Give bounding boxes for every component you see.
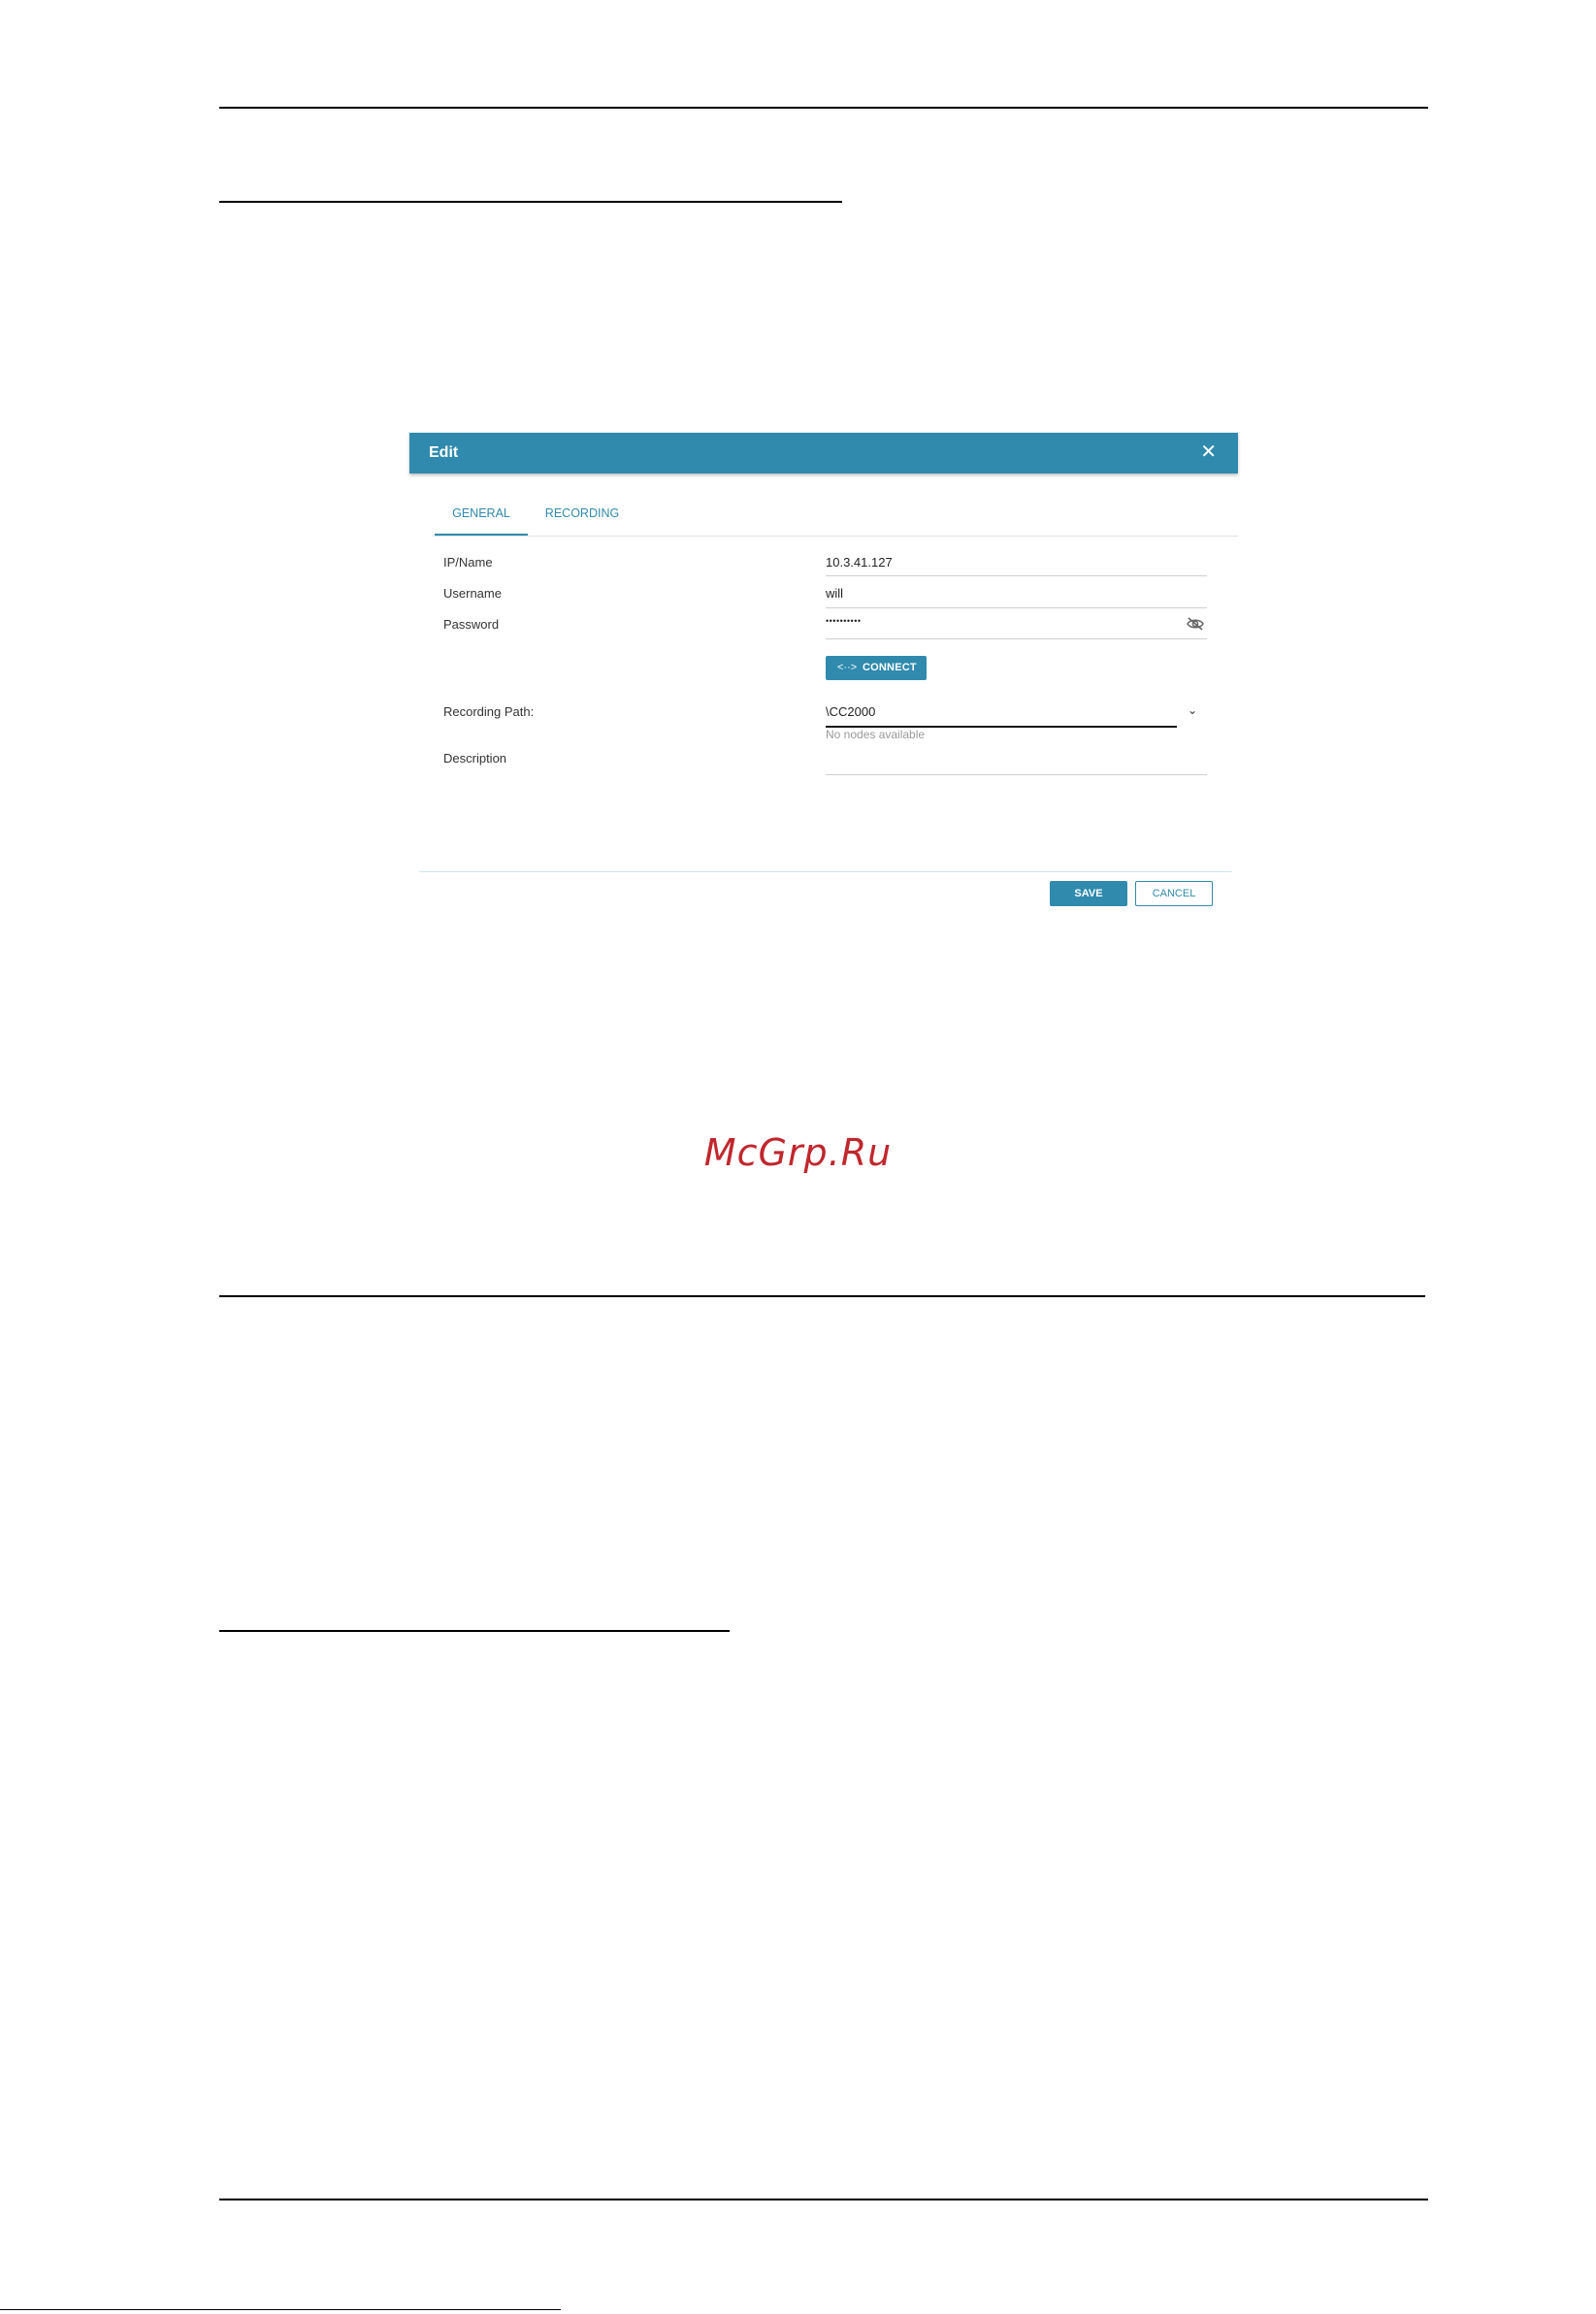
save-button[interactable]: SAVE [1050,881,1127,906]
tab-recording[interactable]: RECORDING [536,503,629,534]
username-label: Username [443,586,502,601]
connect-icon: <··> [837,662,858,673]
footnote-rule [0,2309,561,2310]
header-rule [219,107,1428,109]
password-underline [826,638,1207,639]
dialog-title: Edit [429,444,459,461]
username-field[interactable]: will [826,586,843,601]
dialog-header: Edit ✕ [409,433,1238,473]
tab-general[interactable]: GENERAL [435,503,528,536]
recording-path-label: Recording Path: [443,704,535,719]
edit-dialog: Edit ✕ GENERAL RECORDING IP/Name 10.3.41… [409,433,1238,912]
recording-path-hint: No nodes available [826,728,926,741]
footer-rule [219,2199,1428,2200]
username-underline [826,607,1207,608]
connect-button[interactable]: <··> CONNECT [826,656,927,680]
heading-underline-top [219,201,842,203]
ip-name-field[interactable]: 10.3.41.127 [826,555,893,570]
tabs-divider [433,536,1238,537]
description-label: Description [443,751,507,766]
watermark: McGrp.Ru [703,1131,893,1174]
description-underline [826,774,1207,775]
cancel-button[interactable]: CANCEL [1135,881,1213,906]
eye-off-icon[interactable] [1186,616,1205,632]
close-icon[interactable]: ✕ [1200,441,1217,463]
recording-path-select[interactable]: \CC2000 [826,704,875,719]
connect-button-label: CONNECT [863,662,917,673]
ip-name-label: IP/Name [443,555,493,570]
dialog-footer-divider [419,871,1232,872]
password-label: Password [443,617,500,632]
password-field[interactable]: •••••••••• [826,616,862,626]
heading-underline-bottom [219,1630,730,1632]
chevron-down-icon[interactable]: ⌄ [1188,703,1197,717]
ip-name-underline [826,575,1207,576]
section-rule-middle [219,1295,1425,1297]
